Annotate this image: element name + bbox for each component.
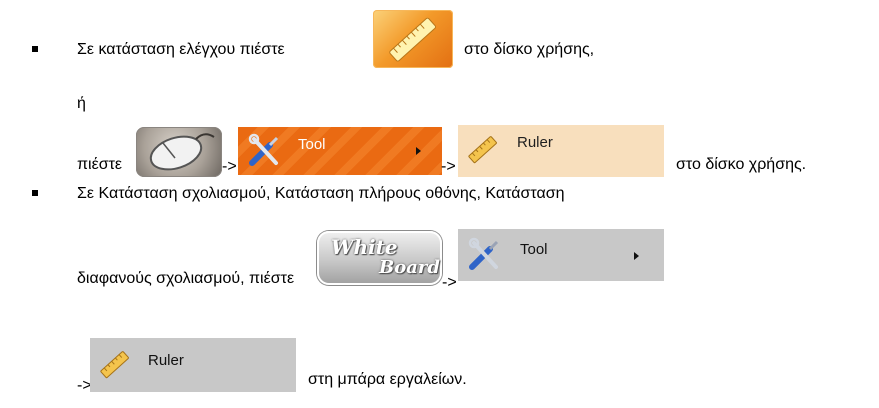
ruler-label: Ruler <box>517 134 553 151</box>
instruction-text: Σε Κατάσταση σχολιασμού, Κατάσταση πλήρο… <box>77 185 565 202</box>
ruler-menu-item[interactable]: Ruler <box>458 125 664 177</box>
arrow-text: -> <box>222 158 237 175</box>
instruction-text: στο δίσκο χρήσης, <box>464 41 595 58</box>
bullet <box>32 46 38 52</box>
instruction-text: πιέστε <box>77 156 123 173</box>
or-text: ή <box>77 95 86 112</box>
mouse-icon <box>149 133 215 171</box>
instruction-text: διαφανούς σχολιασμού, πιέστε <box>77 270 295 287</box>
ruler-label: Ruler <box>148 352 184 369</box>
submenu-arrow-icon <box>634 252 639 260</box>
white-board-line1: White <box>331 235 398 259</box>
instruction-text: στη μπάρα εργαλείων. <box>308 371 467 388</box>
ruler-menu-item[interactable]: Ruler <box>90 338 296 392</box>
tool-label: Tool <box>298 136 326 153</box>
ruler-icon <box>100 351 129 379</box>
tool-menu-item[interactable]: Tool <box>458 229 664 281</box>
arrow-text: -> <box>442 274 457 291</box>
tools-icon <box>248 133 279 166</box>
bullet <box>32 190 38 196</box>
instruction-text: Σε κατάσταση ελέγχου πιέστε <box>77 41 285 58</box>
white-board-line2: Board <box>379 257 440 278</box>
tool-label: Tool <box>520 241 548 258</box>
ruler-button[interactable] <box>373 10 453 68</box>
ruler-icon <box>468 136 497 164</box>
arrow-text: -> <box>441 158 456 175</box>
instruction-text: στο δίσκο χρήσης. <box>676 156 807 173</box>
mouse-button[interactable] <box>136 127 222 177</box>
white-board-button[interactable]: White Board <box>317 231 442 285</box>
ruler-icon <box>389 17 437 62</box>
submenu-arrow-icon <box>416 147 421 155</box>
tool-menu-item[interactable]: Tool <box>238 127 442 175</box>
tools-icon <box>468 237 499 270</box>
